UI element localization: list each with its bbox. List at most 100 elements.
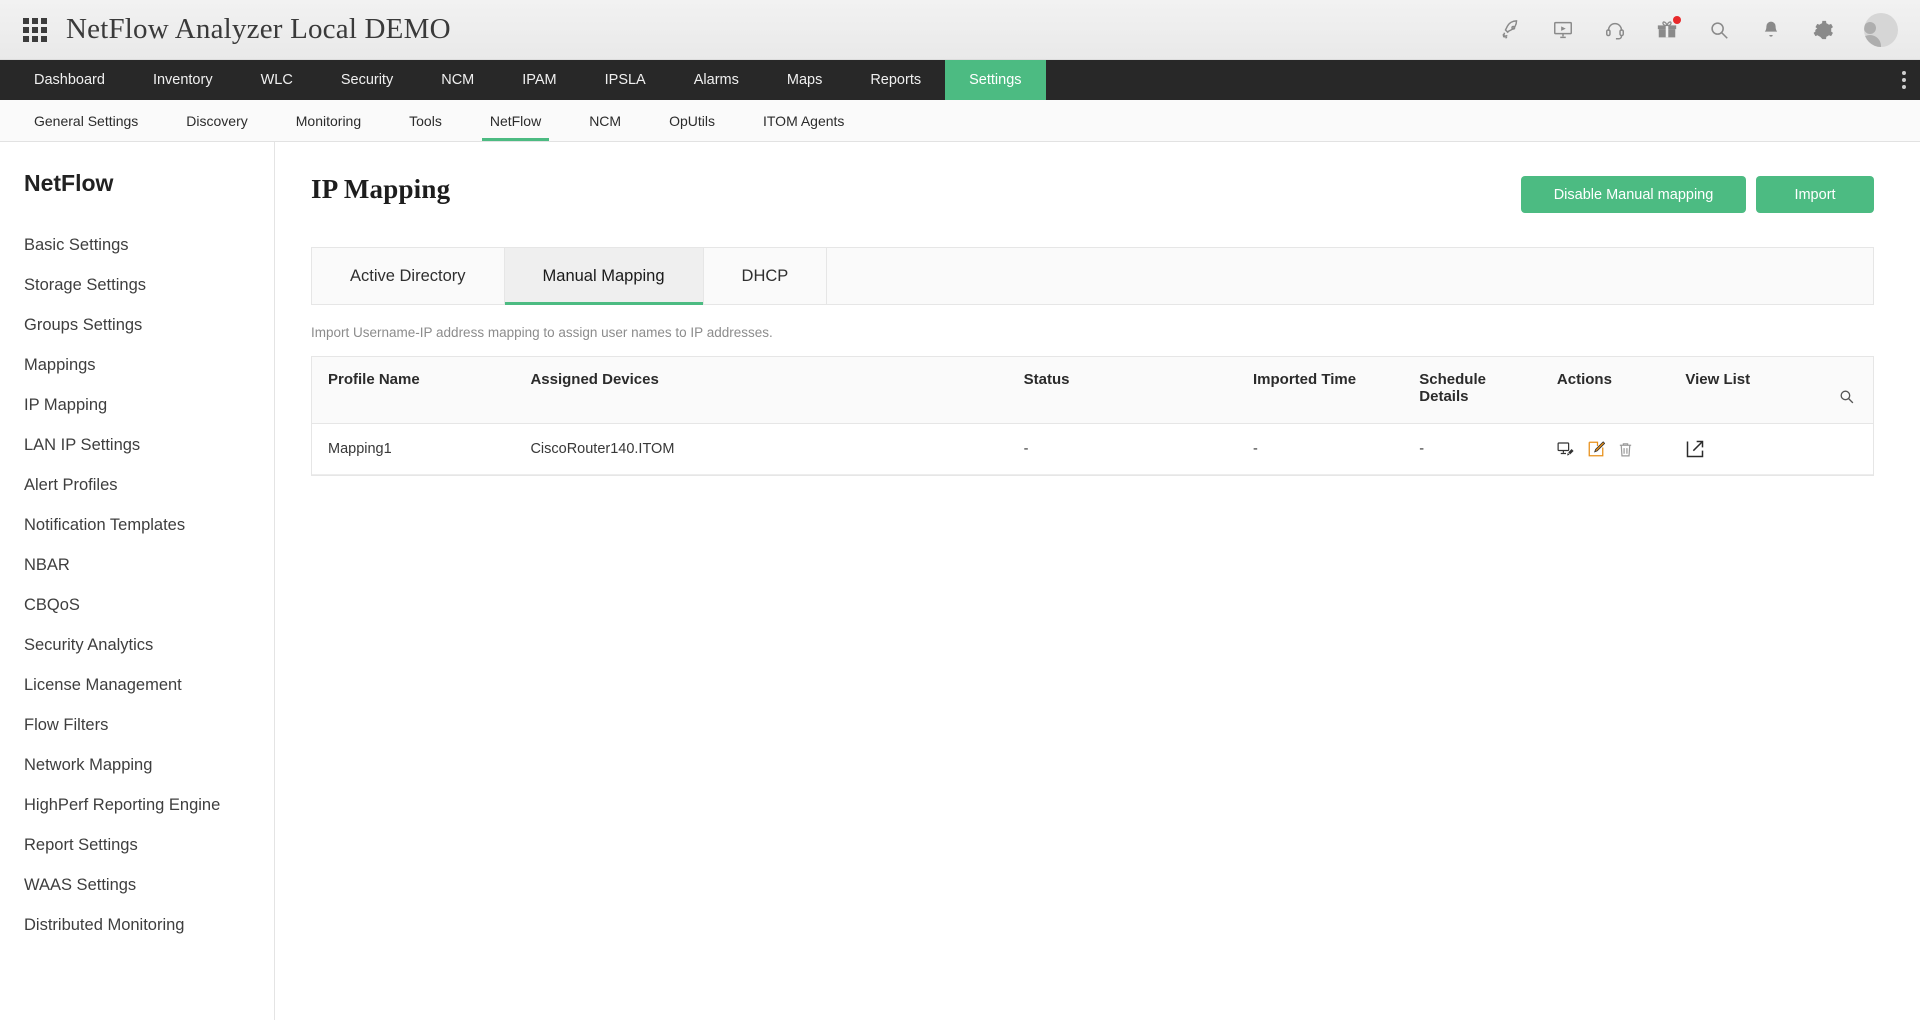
column-header-status[interactable]: Status <box>1012 357 1241 424</box>
subnav-item-monitoring[interactable]: Monitoring <box>272 100 385 141</box>
column-header-profile-name[interactable]: Profile Name <box>312 357 518 424</box>
nav-item-dashboard[interactable]: Dashboard <box>10 60 129 100</box>
subnav-item-ncm[interactable]: NCM <box>565 100 645 141</box>
nav-item-ncm[interactable]: NCM <box>417 60 498 100</box>
nav-item-alarms[interactable]: Alarms <box>670 60 763 100</box>
sidebar-item-cbqos[interactable]: CBQoS <box>0 585 274 625</box>
sidebar-item-alert-profiles[interactable]: Alert Profiles <box>0 465 274 505</box>
column-header-actions: Actions <box>1545 357 1673 424</box>
cell-spacer <box>1811 424 1873 475</box>
clear-mapping-icon[interactable] <box>1557 440 1575 458</box>
tab-manual-mapping[interactable]: Manual Mapping <box>505 248 704 304</box>
list-item: Report Settings <box>0 825 274 865</box>
bell-icon[interactable] <box>1756 15 1786 45</box>
table-row[interactable]: Mapping1 CiscoRouter140.ITOM - - - <box>312 424 1873 475</box>
presentation-icon[interactable] <box>1548 15 1578 45</box>
sidebar-item-highperf-reporting-engine[interactable]: HighPerf Reporting Engine <box>0 785 274 825</box>
sidebar-title: NetFlow <box>0 170 274 197</box>
topbar-icon-group <box>1496 13 1898 47</box>
sidebar-item-lan-ip-settings[interactable]: LAN IP Settings <box>0 425 274 465</box>
app-grid-icon[interactable] <box>22 17 48 43</box>
top-bar: NetFlow Analyzer Local DEMO <box>0 0 1920 60</box>
kebab-menu-icon[interactable] <box>1902 60 1906 100</box>
subnav-item-tools[interactable]: Tools <box>385 100 466 141</box>
nav-item-reports[interactable]: Reports <box>846 60 945 100</box>
table-body: Mapping1 CiscoRouter140.ITOM - - - <box>312 424 1873 475</box>
sidebar-item-nbar[interactable]: NBAR <box>0 545 274 585</box>
page-title: IP Mapping <box>311 174 450 205</box>
tab-active-directory[interactable]: Active Directory <box>312 248 505 304</box>
subnav-item-netflow[interactable]: NetFlow <box>466 100 565 141</box>
table-header-row: Profile Name Assigned Devices Status Imp… <box>312 357 1873 424</box>
subnav-item-itom-agents[interactable]: ITOM Agents <box>739 100 868 141</box>
content-header: IP Mapping Disable Manual mapping Import <box>311 174 1874 213</box>
page-layout: NetFlow Basic Settings Storage Settings … <box>0 142 1920 1020</box>
list-item: NBAR <box>0 545 274 585</box>
list-item: Storage Settings <box>0 265 274 305</box>
list-item: Notification Templates <box>0 505 274 545</box>
cell-imported-time: - <box>1241 424 1407 475</box>
list-item: Security Analytics <box>0 625 274 665</box>
list-item: Mappings <box>0 345 274 385</box>
app-title: NetFlow Analyzer Local DEMO <box>66 13 451 46</box>
import-button[interactable]: Import <box>1756 176 1874 213</box>
list-item: Alert Profiles <box>0 465 274 505</box>
avatar-head <box>1864 22 1876 34</box>
subnav-item-general-settings[interactable]: General Settings <box>10 100 162 141</box>
gift-badge-dot <box>1673 16 1681 24</box>
nav-item-settings[interactable]: Settings <box>945 60 1045 100</box>
main-nav-items: Dashboard Inventory WLC Security NCM IPA… <box>0 60 1046 100</box>
table-header: Profile Name Assigned Devices Status Imp… <box>312 357 1873 424</box>
list-item: Groups Settings <box>0 305 274 345</box>
sidebar-item-waas-settings[interactable]: WAAS Settings <box>0 865 274 905</box>
sidebar-item-ip-mapping[interactable]: IP Mapping <box>0 385 274 425</box>
search-icon[interactable] <box>1838 388 1855 405</box>
list-item: Network Mapping <box>0 745 274 785</box>
edit-icon[interactable] <box>1587 440 1605 458</box>
sidebar-item-license-management[interactable]: License Management <box>0 665 274 705</box>
search-icon[interactable] <box>1704 15 1734 45</box>
table-search-cell <box>1811 357 1873 424</box>
list-item: HighPerf Reporting Engine <box>0 785 274 825</box>
headset-icon[interactable] <box>1600 15 1630 45</box>
cell-status: - <box>1012 424 1241 475</box>
sub-navigation: General Settings Discovery Monitoring To… <box>0 100 1920 142</box>
gear-icon[interactable] <box>1808 15 1838 45</box>
disable-manual-mapping-button[interactable]: Disable Manual mapping <box>1521 176 1746 213</box>
nav-item-wlc[interactable]: WLC <box>237 60 317 100</box>
sidebar-item-distributed-monitoring[interactable]: Distributed Monitoring <box>0 905 274 945</box>
sidebar-item-basic-settings[interactable]: Basic Settings <box>0 225 274 265</box>
tab-bar: Active Directory Manual Mapping DHCP <box>311 247 1874 305</box>
cell-assigned-devices: CiscoRouter140.ITOM <box>518 424 1011 475</box>
sidebar-item-mappings[interactable]: Mappings <box>0 345 274 385</box>
column-header-schedule-details[interactable]: Schedule Details <box>1407 357 1545 424</box>
sidebar-item-flow-filters[interactable]: Flow Filters <box>0 705 274 745</box>
avatar[interactable] <box>1864 13 1898 47</box>
gift-icon[interactable] <box>1652 15 1682 45</box>
list-item: CBQoS <box>0 585 274 625</box>
column-header-assigned-devices[interactable]: Assigned Devices <box>518 357 1011 424</box>
delete-icon[interactable] <box>1617 441 1634 458</box>
sidebar-item-notification-templates[interactable]: Notification Templates <box>0 505 274 545</box>
subnav-item-oputils[interactable]: OpUtils <box>645 100 739 141</box>
cell-actions <box>1545 424 1673 475</box>
sidebar-item-report-settings[interactable]: Report Settings <box>0 825 274 865</box>
list-item: Flow Filters <box>0 705 274 745</box>
sidebar-item-storage-settings[interactable]: Storage Settings <box>0 265 274 305</box>
external-link-icon[interactable] <box>1685 439 1799 459</box>
sidebar-item-security-analytics[interactable]: Security Analytics <box>0 625 274 665</box>
nav-item-ipsla[interactable]: IPSLA <box>581 60 670 100</box>
column-header-imported-time[interactable]: Imported Time <box>1241 357 1407 424</box>
sidebar-item-network-mapping[interactable]: Network Mapping <box>0 745 274 785</box>
hint-text: Import Username-IP address mapping to as… <box>311 325 1874 340</box>
nav-item-ipam[interactable]: IPAM <box>498 60 580 100</box>
rocket-icon[interactable] <box>1496 15 1526 45</box>
sidebar-item-groups-settings[interactable]: Groups Settings <box>0 305 274 345</box>
mapping-table: Profile Name Assigned Devices Status Imp… <box>312 357 1873 475</box>
subnav-item-discovery[interactable]: Discovery <box>162 100 271 141</box>
nav-item-security[interactable]: Security <box>317 60 417 100</box>
nav-item-maps[interactable]: Maps <box>763 60 846 100</box>
list-item: License Management <box>0 665 274 705</box>
nav-item-inventory[interactable]: Inventory <box>129 60 237 100</box>
tab-dhcp[interactable]: DHCP <box>704 248 828 304</box>
